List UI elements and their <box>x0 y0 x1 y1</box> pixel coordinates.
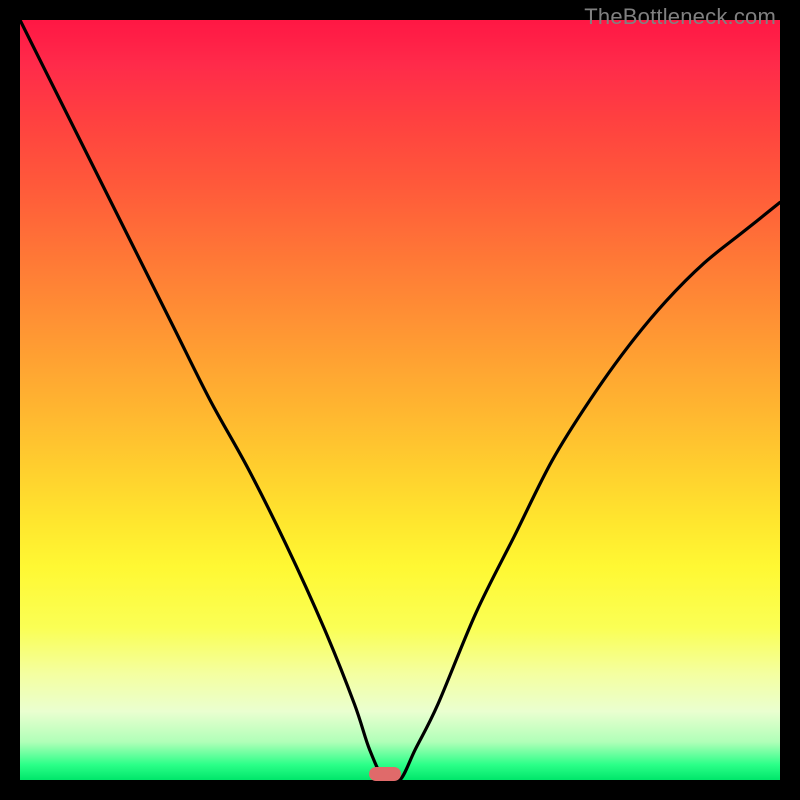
outer-frame: TheBottleneck.com <box>0 0 800 800</box>
bottleneck-curve <box>20 20 780 780</box>
minimum-marker <box>369 767 401 781</box>
curve-path <box>20 20 780 784</box>
